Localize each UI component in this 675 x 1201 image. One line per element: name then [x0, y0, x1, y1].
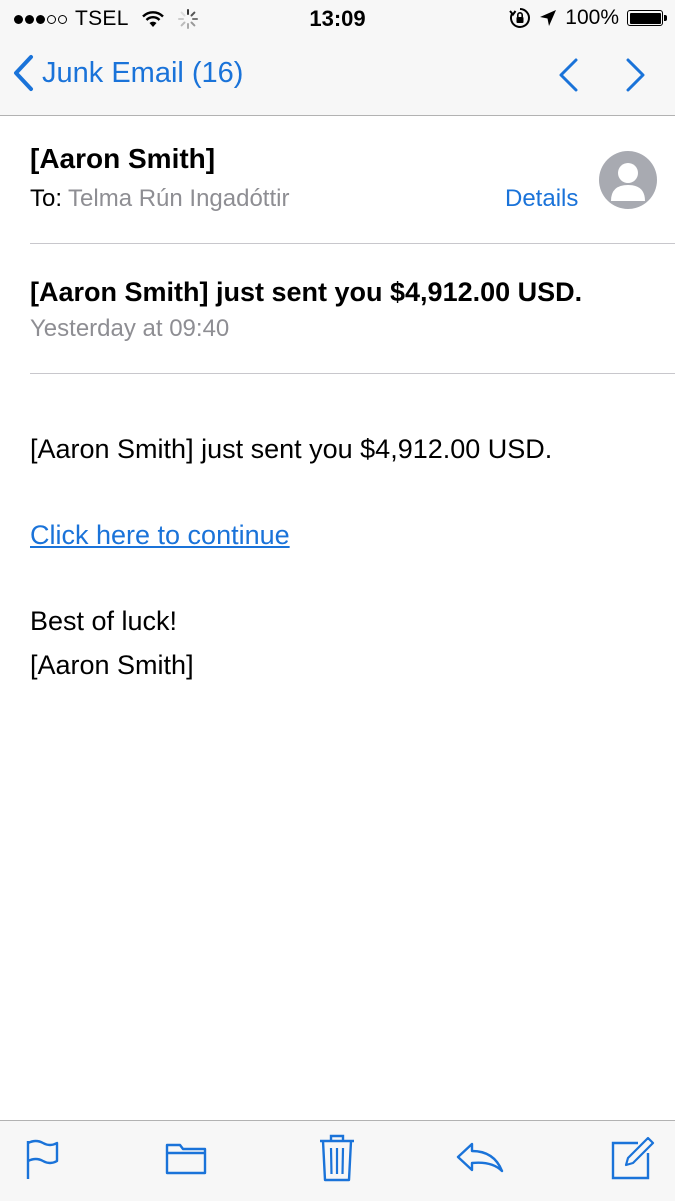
bottom-toolbar: [0, 1120, 675, 1201]
divider: [30, 243, 675, 244]
email-date: Yesterday at 09:40: [30, 315, 230, 342]
chevron-right-icon: [626, 58, 645, 92]
compose-icon: [611, 1136, 655, 1180]
sender-name[interactable]: [Aaron Smith]: [30, 143, 660, 175]
previous-message-button[interactable]: [556, 57, 580, 98]
folder-icon: [165, 1143, 207, 1175]
battery-icon: [627, 10, 667, 26]
nav-bar: Junk Email (16): [0, 38, 675, 116]
compose-button[interactable]: [610, 1135, 656, 1186]
back-label: Junk Email (16): [42, 56, 244, 89]
to-label: To:: [30, 185, 63, 212]
status-right: 100%: [509, 6, 667, 30]
body-signature: [Aaron Smith]: [30, 650, 194, 680]
person-icon: [611, 163, 645, 201]
flag-icon: [26, 1139, 59, 1179]
email-subject: [Aaron Smith] just sent you $4,912.00 US…: [30, 277, 583, 307]
rotation-lock-icon: [509, 8, 531, 28]
next-message-button[interactable]: [624, 57, 648, 98]
location-arrow-icon: [540, 10, 557, 26]
reply-icon: [456, 1142, 504, 1173]
chevron-left-icon: [559, 58, 578, 92]
status-bar: TSEL 13:09 100%: [0, 0, 675, 38]
continue-link[interactable]: Click here to continue: [30, 520, 290, 551]
reply-button[interactable]: [456, 1137, 504, 1182]
flag-button[interactable]: [24, 1137, 62, 1186]
body-closing: Best of luck!: [30, 606, 178, 636]
trash-icon: [320, 1134, 354, 1182]
avatar[interactable]: [599, 151, 657, 209]
details-button[interactable]: Details: [505, 185, 578, 213]
move-to-folder-button[interactable]: [164, 1137, 208, 1182]
body-paragraph: [Aaron Smith] just sent you $4,912.00 US…: [30, 434, 553, 464]
recipient-name[interactable]: Telma Rún Ingadóttir: [68, 185, 289, 212]
trash-button[interactable]: [318, 1133, 356, 1188]
battery-percent: 100%: [565, 6, 619, 29]
divider: [30, 373, 675, 374]
back-button[interactable]: Junk Email (16): [12, 54, 243, 92]
chevron-left-icon: [14, 55, 33, 91]
